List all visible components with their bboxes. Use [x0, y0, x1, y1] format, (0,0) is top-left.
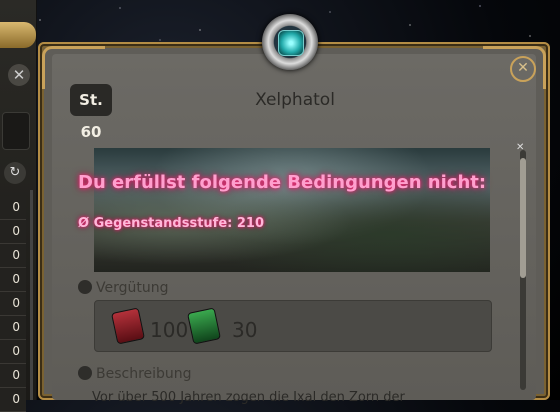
description-text: Vor über 500 Jahren zogen die Ixal den Z…: [92, 390, 405, 405]
list-item: 0: [0, 196, 26, 220]
left-scrollbar[interactable]: [30, 190, 33, 400]
list-item: 0: [0, 220, 26, 244]
list-item: 0: [0, 268, 26, 292]
level-badge: St. 60: [70, 84, 112, 141]
description-heading-label: Beschreibung: [96, 366, 192, 382]
list-item: 0: [0, 316, 26, 340]
reward-value: 100: [150, 318, 189, 342]
duty-banner-image: [94, 148, 490, 272]
left-slot[interactable]: [2, 112, 30, 150]
list-item: 0: [0, 340, 26, 364]
unmet-condition-item: Ø Gegenstandsstufe: 210: [78, 216, 265, 231]
left-tab-button[interactable]: [0, 22, 36, 48]
reward-icon: [78, 280, 92, 294]
reward-section-heading: Vergütung: [78, 280, 169, 296]
left-side-panel: ✕ ↻ 0 0 0 0 0 0 0 0 0: [0, 0, 37, 412]
list-item: 0: [0, 364, 26, 388]
list-item: 0: [0, 244, 26, 268]
description-section-heading: Beschreibung: [78, 366, 192, 382]
description-icon: [78, 366, 92, 380]
list-item: 0: [0, 292, 26, 316]
duty-emblem-icon: [262, 14, 318, 70]
window-title: Xelphatol: [255, 90, 335, 110]
close-icon[interactable]: ✕: [510, 56, 536, 82]
frame-ornament-left: [42, 46, 105, 89]
reward-heading-label: Vergütung: [96, 280, 169, 296]
refresh-icon[interactable]: ↻: [4, 162, 26, 184]
scrollbar-thumb[interactable]: [520, 158, 526, 278]
portal-icon: [278, 30, 304, 56]
unmet-conditions-heading: Du erfüllst folgende Bedingungen nicht:: [78, 172, 487, 193]
reward-value: 30: [232, 318, 258, 342]
left-value-list: 0 0 0 0 0 0 0 0 0: [0, 196, 26, 412]
list-item: 0: [0, 388, 26, 412]
close-icon[interactable]: ✕: [8, 64, 30, 86]
